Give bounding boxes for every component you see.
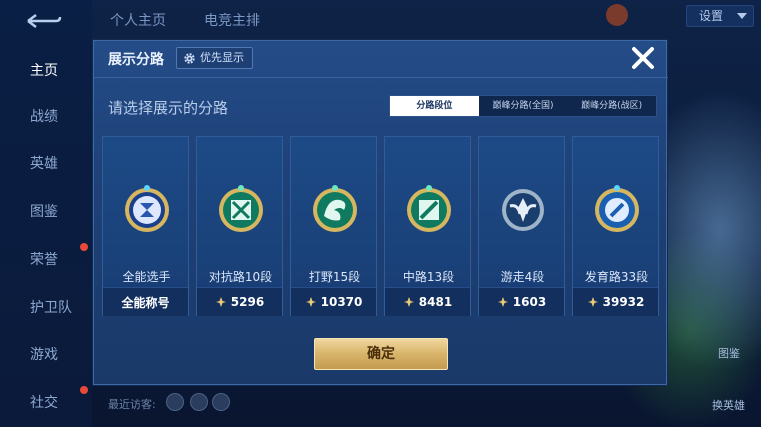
sidebar-item-record[interactable]: 战绩 <box>0 102 92 132</box>
sidebar-item-home[interactable]: 主页 <box>0 56 92 86</box>
farm-lane-emblem-icon <box>595 185 639 232</box>
sidebar-item-codex[interactable]: 图鉴 <box>0 197 92 227</box>
tab-lane-rank[interactable]: 分路段位 <box>390 96 479 116</box>
sidebar-item-game[interactable]: 游戏 <box>0 340 92 370</box>
title-divider <box>94 77 668 78</box>
card-footer: 全能称号 <box>103 287 188 316</box>
card-footer: 10370 <box>291 287 376 316</box>
priority-display-label: 优先显示 <box>200 51 244 64</box>
recent-visitors-label: 最近访客: <box>108 398 156 411</box>
notification-dot <box>80 386 88 394</box>
clash-lane-emblem-icon <box>219 185 263 232</box>
card-label: 全能选手 <box>122 270 171 284</box>
settings-label: 设置 <box>699 9 724 23</box>
lane-card-clash[interactable]: 对抗路10段 5296 <box>196 136 283 316</box>
close-icon <box>632 47 654 69</box>
lane-card-mid[interactable]: 中路13段 8481 <box>384 136 471 316</box>
close-button[interactable] <box>626 41 660 75</box>
lane-card-jungle[interactable]: 打野15段 10370 <box>290 136 377 316</box>
card-value: 全能称号 <box>121 295 170 310</box>
avatar[interactable] <box>606 4 628 26</box>
prompt-text: 请选择展示的分路 <box>108 99 229 117</box>
settings-button[interactable]: 设置 <box>686 5 754 27</box>
sidebar-item-heroes[interactable]: 英雄 <box>0 149 92 179</box>
card-footer: 39932 <box>573 287 658 316</box>
gear-icon <box>184 52 195 64</box>
right-codex-button[interactable]: 图鉴 <box>718 345 740 361</box>
change-hero-button[interactable]: 换英雄 <box>712 397 745 413</box>
sidebar-item-guard[interactable]: 护卫队 <box>0 293 92 323</box>
card-value: 10370 <box>320 295 363 309</box>
back-button[interactable] <box>24 12 64 30</box>
rank-points-icon <box>305 297 316 307</box>
card-value: 39932 <box>602 295 645 309</box>
card-footer: 8481 <box>385 287 470 316</box>
chevron-down-icon <box>737 13 747 19</box>
notification-dot <box>80 243 88 251</box>
rank-points-icon <box>497 297 508 307</box>
visitor-avatar[interactable] <box>190 393 208 411</box>
tab-profile[interactable]: 个人主页 <box>110 10 166 30</box>
lane-cards: 全能选手 全能称号 对抗路10段 5296 打野15段 10370 中路13段 … <box>102 136 660 316</box>
tab-esports[interactable]: 电竞主排 <box>204 10 260 30</box>
card-label: 中路13段 <box>402 270 455 284</box>
visitor-avatar[interactable] <box>212 393 230 411</box>
tab-peak-region[interactable]: 巅峰分路(战区) <box>567 96 656 116</box>
visitor-avatar[interactable] <box>166 393 184 411</box>
card-footer: 5296 <box>197 287 282 316</box>
lane-card-farm[interactable]: 发育路33段 39932 <box>572 136 659 316</box>
card-label: 游走4段 <box>500 270 545 284</box>
card-footer: 1603 <box>479 287 564 316</box>
dialog-title: 展示分路 <box>108 52 164 68</box>
all-round-emblem-icon <box>125 185 169 232</box>
back-arrow-icon <box>27 14 62 28</box>
sidebar-item-honor[interactable]: 荣誉 <box>0 245 92 275</box>
card-label: 对抗路10段 <box>208 270 273 284</box>
jungle-emblem-icon <box>313 185 357 232</box>
sidebar-item-social[interactable]: 社交 <box>0 388 92 418</box>
sidebar: 主页 战绩 英雄 图鉴 荣誉 护卫队 游戏 社交 <box>0 0 92 427</box>
lane-card-roam[interactable]: 游走4段 1603 <box>478 136 565 316</box>
tab-peak-national[interactable]: 巅峰分路(全国) <box>479 96 568 116</box>
confirm-button[interactable]: 确定 <box>314 338 448 370</box>
card-value: 1603 <box>512 295 547 309</box>
rank-points-icon <box>587 297 598 307</box>
lane-tabs: 分路段位 巅峰分路(全国) 巅峰分路(战区) <box>389 95 657 117</box>
lane-display-dialog: 展示分路 优先显示 请选择展示的分路 分路段位 巅峰分路(全国) 巅峰分路(战区… <box>93 40 668 385</box>
rank-points-icon <box>403 297 414 307</box>
rank-points-icon <box>215 297 226 307</box>
card-value: 8481 <box>418 295 453 309</box>
roam-emblem-icon <box>502 189 544 231</box>
card-label: 打野15段 <box>308 270 361 284</box>
lane-card-all-round[interactable]: 全能选手 全能称号 <box>102 136 189 316</box>
card-label: 发育路33段 <box>584 270 649 284</box>
card-value: 5296 <box>230 295 265 309</box>
priority-display-button[interactable]: 优先显示 <box>176 47 253 69</box>
mid-lane-emblem-icon <box>407 185 451 232</box>
